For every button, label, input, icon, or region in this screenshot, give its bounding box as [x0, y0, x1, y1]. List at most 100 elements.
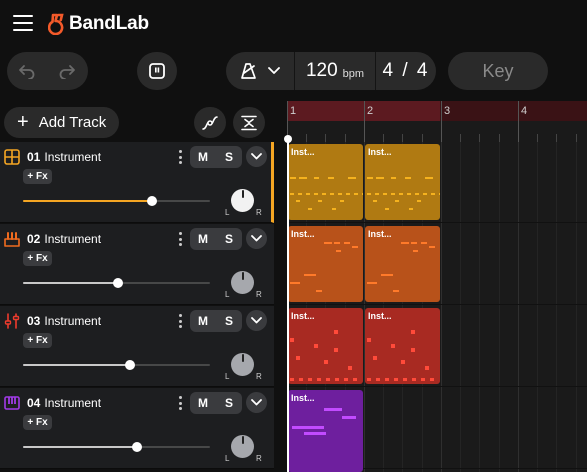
track-row[interactable]: 04 Instrument M S + Fx L R	[0, 388, 274, 469]
add-fx-button[interactable]: + Fx	[23, 333, 52, 348]
redo-button[interactable]	[47, 52, 87, 90]
undo-button[interactable]	[7, 52, 47, 90]
track-menu-icon[interactable]	[177, 314, 183, 328]
mute-button[interactable]: M	[190, 310, 216, 332]
collapse-tracks-button[interactable]	[233, 107, 265, 138]
plus-icon: +	[17, 110, 29, 133]
track-menu-icon[interactable]	[177, 150, 183, 164]
solo-button[interactable]: S	[216, 228, 242, 250]
timeline-ruler[interactable]: 1 2 3 4	[287, 101, 587, 142]
mixer-sliders-icon	[4, 313, 20, 329]
midi-note	[425, 177, 433, 179]
midi-note	[290, 338, 294, 342]
volume-slider[interactable]	[23, 278, 210, 288]
arrangement-grid[interactable]: Inst... Inst... Inst... Inst... Inst... …	[287, 142, 587, 472]
pan-left-label: L	[225, 208, 230, 217]
midi-note	[299, 177, 307, 179]
track-menu-icon[interactable]	[177, 232, 183, 246]
stop-button[interactable]	[137, 52, 177, 90]
midi-note	[385, 208, 389, 210]
clip[interactable]: Inst...	[288, 308, 363, 384]
midi-note	[367, 338, 371, 342]
midi-note	[367, 378, 437, 381]
mute-button[interactable]: M	[190, 392, 216, 414]
add-fx-button[interactable]: + Fx	[23, 169, 52, 184]
pan-knob[interactable]	[231, 353, 254, 376]
metronome-button[interactable]	[226, 52, 294, 90]
track-name: Instrument	[44, 314, 102, 328]
keyboard-icon	[4, 232, 20, 247]
midi-note	[409, 208, 413, 210]
volume-thumb[interactable]	[113, 278, 124, 288]
panel-divider[interactable]	[276, 100, 287, 472]
midi-note	[334, 348, 338, 352]
add-track-button[interactable]: + Add Track	[4, 107, 119, 138]
clip[interactable]: Inst...	[365, 144, 440, 220]
volume-slider[interactable]	[23, 360, 210, 370]
add-fx-button[interactable]: + Fx	[23, 251, 52, 266]
solo-button[interactable]: S	[216, 392, 242, 414]
pan-knob[interactable]	[231, 271, 254, 294]
add-fx-button[interactable]: + Fx	[23, 415, 52, 430]
clip[interactable]: Inst...	[365, 308, 440, 384]
bar-line	[364, 101, 365, 142]
midi-note	[411, 242, 417, 244]
solo-button[interactable]: S	[216, 146, 242, 168]
track-row[interactable]: 03 Instrument M S + Fx L R	[0, 306, 274, 387]
track-expand-button[interactable]	[246, 146, 267, 167]
track-title[interactable]: 01 Instrument	[27, 150, 101, 164]
midi-note	[334, 330, 338, 334]
pan-knob[interactable]	[231, 189, 254, 212]
volume-thumb[interactable]	[132, 442, 143, 452]
bar-line	[518, 101, 519, 142]
playhead[interactable]	[287, 137, 289, 472]
track-expand-button[interactable]	[246, 392, 267, 413]
beat-tick	[460, 134, 461, 142]
midi-note	[324, 408, 342, 411]
time-signature-button[interactable]: 4 / 4	[376, 52, 436, 90]
track-row[interactable]: 02 Instrument M S + Fx L R	[0, 224, 274, 305]
midi-note	[328, 177, 334, 179]
track-row[interactable]: 01 Instrument M S + Fx L R	[0, 142, 274, 223]
clip[interactable]: Inst...	[288, 144, 363, 220]
track-expand-button[interactable]	[246, 228, 267, 249]
automation-curve-icon	[202, 115, 218, 130]
clip[interactable]: Inst...	[365, 226, 440, 302]
midi-note	[425, 366, 429, 370]
volume-thumb[interactable]	[124, 360, 135, 370]
loop-bar[interactable]	[440, 101, 587, 121]
track-expand-button[interactable]	[246, 310, 267, 331]
track-number: 01	[27, 150, 41, 164]
midi-note	[336, 250, 341, 252]
track-number: 04	[27, 396, 41, 410]
clip[interactable]: Inst...	[288, 390, 363, 472]
pan-left-label: L	[225, 454, 230, 463]
clip-title: Inst...	[291, 311, 315, 321]
midi-note	[429, 246, 435, 248]
chevron-down-icon	[251, 399, 262, 406]
clip[interactable]: Inst...	[288, 226, 363, 302]
tempo-controls: 120 bpm 4 / 4	[226, 52, 436, 90]
track-menu-icon[interactable]	[177, 396, 183, 410]
beat-tick	[499, 134, 500, 142]
volume-thumb[interactable]	[147, 196, 158, 206]
midi-note	[314, 177, 319, 179]
hamburger-menu-icon[interactable]	[13, 15, 33, 31]
track-title[interactable]: 02 Instrument	[27, 232, 101, 246]
track-title[interactable]: 03 Instrument	[27, 314, 101, 328]
mute-button[interactable]: M	[190, 146, 216, 168]
volume-slider[interactable]	[23, 442, 210, 452]
midi-note	[367, 177, 373, 179]
pan-knob[interactable]	[231, 435, 254, 458]
playhead-handle[interactable]	[284, 135, 292, 143]
midi-note	[314, 344, 318, 348]
mute-button[interactable]: M	[190, 228, 216, 250]
volume-slider[interactable]	[23, 196, 210, 206]
key-button[interactable]: Key	[448, 52, 548, 90]
automation-button[interactable]	[194, 107, 226, 138]
midi-note	[292, 426, 324, 429]
track-title[interactable]: 04 Instrument	[27, 396, 101, 410]
solo-button[interactable]: S	[216, 310, 242, 332]
bandlab-logo[interactable]: BandLab	[48, 12, 149, 36]
tempo-button[interactable]: 120 bpm	[295, 52, 375, 90]
